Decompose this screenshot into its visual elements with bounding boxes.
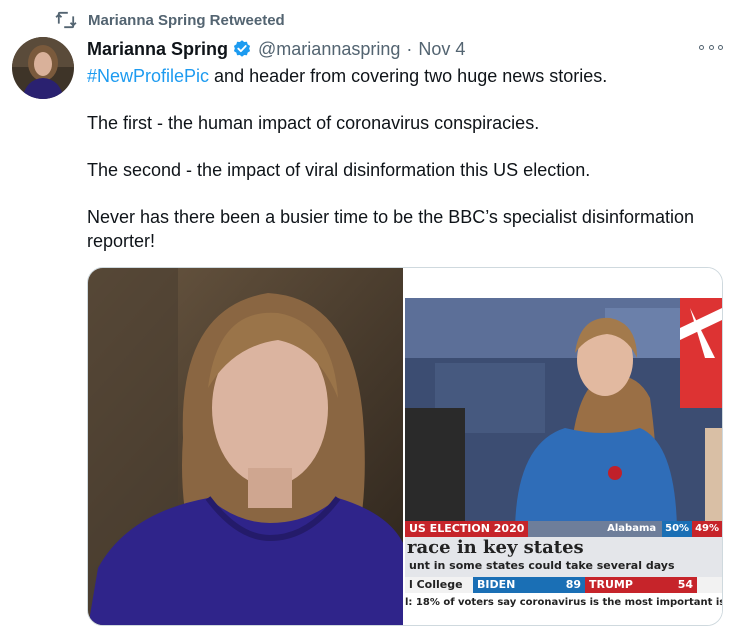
ticker-header: US ELECTION 2020 <box>405 521 529 537</box>
ticker-footer-bar: l: 18% of voters say coronavirus is the … <box>405 593 722 613</box>
more-options-icon[interactable] <box>699 40 723 54</box>
ticker-subhead: unt in some states could take several da… <box>409 559 675 572</box>
tweet-header: Marianna Spring @mariannaspring · Nov 4 <box>87 37 465 61</box>
tweet-paragraph-4: Never has there been a busier time to be… <box>87 207 694 251</box>
ticker-trump: TRUMP 54 <box>585 577 697 593</box>
ticker-results-spacer <box>697 577 722 593</box>
tweet-paragraph-1-rest: and header from covering two huge news s… <box>209 66 608 86</box>
tweet-paragraph-2: The first - the human impact of coronavi… <box>87 113 540 133</box>
ticker-results-bar: l College BIDEN 89 TRUMP 54 <box>405 577 722 593</box>
more-dot <box>708 44 714 50</box>
ticker-state-b: 49% <box>692 521 722 537</box>
ticker-biden: BIDEN 89 <box>473 577 585 593</box>
tweet-date[interactable]: Nov 4 <box>418 39 465 60</box>
tweet-paragraph-1: #NewProfilePic and header from covering … <box>87 64 723 88</box>
ticker-spacer <box>528 521 602 537</box>
more-dot <box>718 44 723 50</box>
media-photo-broadcast[interactable]: US ELECTION 2020 Alabama 50% 49% race in… <box>405 268 722 625</box>
biden-votes: 89 <box>565 578 581 591</box>
retweet-icon <box>55 11 77 29</box>
hashtag-link[interactable]: #NewProfilePic <box>87 66 209 86</box>
tweet-text: #NewProfilePic and header from covering … <box>87 64 723 253</box>
media-grid: US ELECTION 2020 Alabama 50% 49% race in… <box>87 267 723 626</box>
ticker-state: Alabama <box>601 521 663 537</box>
author-display-name[interactable]: Marianna Spring <box>87 39 228 60</box>
ticker-college: l College <box>405 577 473 593</box>
more-dot <box>699 44 704 50</box>
trump-label: TRUMP <box>589 578 633 591</box>
header-separator: · <box>406 38 413 59</box>
avatar[interactable] <box>12 37 74 99</box>
author-handle[interactable]: @mariannaspring <box>258 39 400 60</box>
biden-label: BIDEN <box>477 578 516 591</box>
retweet-context: Marianna Spring Retweeted <box>55 9 285 31</box>
trump-votes: 54 <box>677 578 693 591</box>
portrait-photo <box>88 268 403 625</box>
verified-badge-icon <box>233 40 251 57</box>
media-photo-portrait[interactable] <box>88 268 403 625</box>
ticker-state-a: 50% <box>662 521 693 537</box>
ticker-footer: l: 18% of voters say coronavirus is the … <box>405 597 722 608</box>
retweet-label[interactable]: Marianna Spring Retweeted <box>88 12 285 29</box>
ticker-headline: race in key states <box>407 537 584 558</box>
news-ticker: US ELECTION 2020 Alabama 50% 49% <box>405 521 722 537</box>
avatar-image <box>12 37 74 99</box>
ticker-headline-bar: race in key states unt in some states co… <box>405 537 722 577</box>
tweet-paragraph-3: The second - the impact of viral disinfo… <box>87 160 591 180</box>
